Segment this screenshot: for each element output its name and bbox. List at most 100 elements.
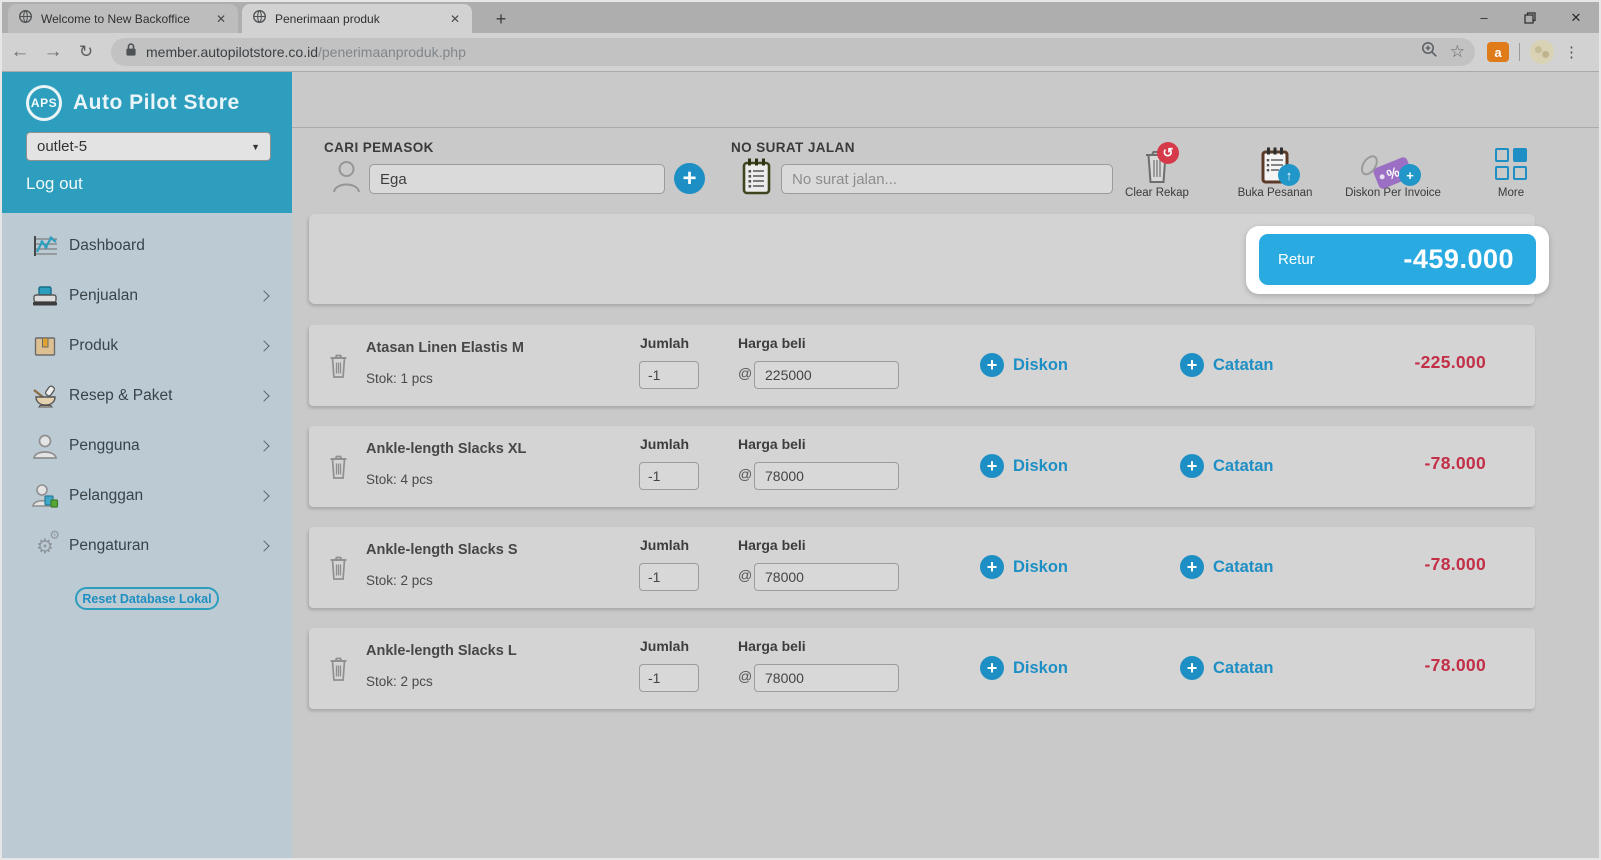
main-content: CARI PEMASOK + NO SURAT JALAN ↺ xyxy=(292,72,1599,858)
jumlah-label: Jumlah xyxy=(640,335,690,351)
restore-button[interactable] xyxy=(1507,2,1553,33)
back-button[interactable]: ← xyxy=(5,37,35,67)
add-diskon-button[interactable]: + Diskon xyxy=(980,656,1068,680)
chevron-right-icon xyxy=(258,290,270,302)
purchase-price-input[interactable] xyxy=(754,664,899,692)
chevron-right-icon xyxy=(258,540,270,552)
delete-item-icon[interactable] xyxy=(329,454,348,484)
chrome-menu-icon[interactable]: ⋮ xyxy=(1564,43,1579,61)
plus-icon: + xyxy=(980,656,1004,680)
toolbar-divider xyxy=(1519,43,1520,61)
sidebar-item-pengguna[interactable]: Pengguna xyxy=(2,421,292,471)
chevron-right-icon xyxy=(258,440,270,452)
sidebar-item-penjualan[interactable]: Penjualan xyxy=(2,271,292,321)
retur-total-button[interactable]: Retur -459.000 xyxy=(1259,234,1536,285)
extension-icon[interactable]: a xyxy=(1487,42,1509,62)
sidebar-item-pengaturan[interactable]: ⚙ ⚙ Pengaturan xyxy=(2,521,292,571)
purchase-price-input[interactable] xyxy=(754,462,899,490)
add-catatan-button[interactable]: + Catatan xyxy=(1180,454,1274,478)
plus-icon: + xyxy=(1180,454,1204,478)
jumlah-label: Jumlah xyxy=(640,638,690,654)
harga-beli-label: Harga beli xyxy=(738,335,806,351)
logout-link[interactable]: Log out xyxy=(26,174,83,194)
quantity-input[interactable] xyxy=(639,361,699,389)
harga-beli-label: Harga beli xyxy=(738,436,806,452)
delete-item-icon[interactable] xyxy=(329,656,348,686)
add-supplier-button[interactable]: + xyxy=(674,163,705,194)
sidebar-item-label: Resep & Paket xyxy=(69,387,173,404)
diskon-per-invoice-button[interactable]: % + Diskon Per Invoice xyxy=(1345,140,1441,199)
product-stock: Stok: 1 pcs xyxy=(366,371,433,386)
close-tab-icon[interactable]: ✕ xyxy=(446,10,464,28)
trash-undo-icon: ↺ xyxy=(1143,140,1179,184)
receiving-list: Retur -459.000 Atasan Linen Elastis M St… xyxy=(292,212,1599,858)
sidebar-item-produk[interactable]: Produk xyxy=(2,321,292,371)
purchase-price-input[interactable] xyxy=(754,563,899,591)
tab-title: Welcome to New Backoffice xyxy=(41,11,190,26)
dashboard-chart-icon xyxy=(30,234,60,258)
page-toolbar: CARI PEMASOK + NO SURAT JALAN ↺ xyxy=(292,127,1599,212)
tutorial-spotlight: Retur -459.000 xyxy=(1246,226,1549,294)
zoom-icon[interactable] xyxy=(1421,41,1438,63)
buka-pesanan-button[interactable]: ↑ Buka Pesanan xyxy=(1229,140,1321,199)
mortar-pestle-icon xyxy=(30,384,60,408)
product-stock: Stok: 2 pcs xyxy=(366,573,433,588)
sidebar-item-label: Produk xyxy=(69,337,119,354)
harga-beli-label: Harga beli xyxy=(738,537,806,553)
sidebar-item-label: Pelanggan xyxy=(69,487,144,504)
sidebar-item-dashboard[interactable]: Dashboard xyxy=(2,221,292,271)
toolbar-actions: ↺ Clear Rekap ↑ Buka Pesanan % + Diskon … xyxy=(1111,140,1557,199)
reset-database-button[interactable]: Reset Database Lokal xyxy=(75,587,219,610)
at-sign: @ xyxy=(738,668,753,684)
purchase-price-input[interactable] xyxy=(754,361,899,389)
minimize-button[interactable]: – xyxy=(1461,2,1507,33)
close-tab-icon[interactable]: ✕ xyxy=(212,10,230,28)
grid-more-icon xyxy=(1495,140,1527,184)
close-window-button[interactable]: ✕ xyxy=(1553,2,1599,33)
sidebar-item-label: Dashboard xyxy=(69,237,145,254)
add-catatan-button[interactable]: + Catatan xyxy=(1180,656,1274,680)
add-diskon-button[interactable]: + Diskon xyxy=(980,454,1068,478)
new-tab-button[interactable]: + xyxy=(488,7,514,31)
quantity-input[interactable] xyxy=(639,563,699,591)
globe-favicon-icon xyxy=(18,9,33,29)
add-catatan-button[interactable]: + Catatan xyxy=(1180,353,1274,377)
supplier-search-input[interactable] xyxy=(369,164,665,194)
bookmark-star-icon[interactable]: ☆ xyxy=(1450,42,1465,62)
window-controls: – ✕ xyxy=(1461,2,1599,33)
summary-panel: Retur -459.000 xyxy=(309,214,1549,304)
product-row: Ankle-length Slacks L Stok: 2 pcs Jumlah… xyxy=(309,628,1535,709)
supplier-person-icon xyxy=(332,159,361,198)
tab-welcome-backoffice[interactable]: Welcome to New Backoffice ✕ xyxy=(8,4,238,33)
product-stock: Stok: 4 pcs xyxy=(366,472,433,487)
clear-rekap-button[interactable]: ↺ Clear Rekap xyxy=(1111,140,1203,199)
product-stock: Stok: 2 pcs xyxy=(366,674,433,689)
more-button[interactable]: More xyxy=(1465,140,1557,199)
reload-button[interactable]: ↻ xyxy=(71,37,101,67)
quantity-input[interactable] xyxy=(639,462,699,490)
quantity-input[interactable] xyxy=(639,664,699,692)
forward-button[interactable]: → xyxy=(38,37,68,67)
add-diskon-button[interactable]: + Diskon xyxy=(980,353,1068,377)
sidebar-item-pelanggan[interactable]: Pelanggan xyxy=(2,471,292,521)
sidebar: APS Auto Pilot Store outlet-5 ▼ Log out … xyxy=(2,72,292,858)
line-total: -78.000 xyxy=(1424,453,1486,473)
profile-avatar[interactable] xyxy=(1530,40,1554,64)
surat-jalan-input[interactable] xyxy=(781,164,1113,194)
lock-icon xyxy=(125,42,137,62)
tab-penerimaan-produk[interactable]: Penerimaan produk ✕ xyxy=(242,4,472,33)
retur-amount: -459.000 xyxy=(1403,244,1514,274)
address-bar[interactable]: member.autopilotstore.co.id/penerimaanpr… xyxy=(111,38,1475,66)
url-text: member.autopilotstore.co.id/penerimaanpr… xyxy=(146,44,466,60)
delete-item-icon[interactable] xyxy=(329,555,348,585)
plus-icon: + xyxy=(980,353,1004,377)
add-diskon-button[interactable]: + Diskon xyxy=(980,555,1068,579)
delete-item-icon[interactable] xyxy=(329,353,348,383)
sidebar-item-resep-paket[interactable]: Resep & Paket xyxy=(2,371,292,421)
product-row: Ankle-length Slacks XL Stok: 4 pcs Jumla… xyxy=(309,426,1535,507)
clipboard-upload-icon: ↑ xyxy=(1260,140,1300,186)
outlet-select[interactable]: outlet-5 ▼ xyxy=(26,132,271,161)
plus-icon: + xyxy=(1180,353,1204,377)
add-catatan-button[interactable]: + Catatan xyxy=(1180,555,1274,579)
discount-tag-plus-icon: % + xyxy=(1357,140,1421,190)
